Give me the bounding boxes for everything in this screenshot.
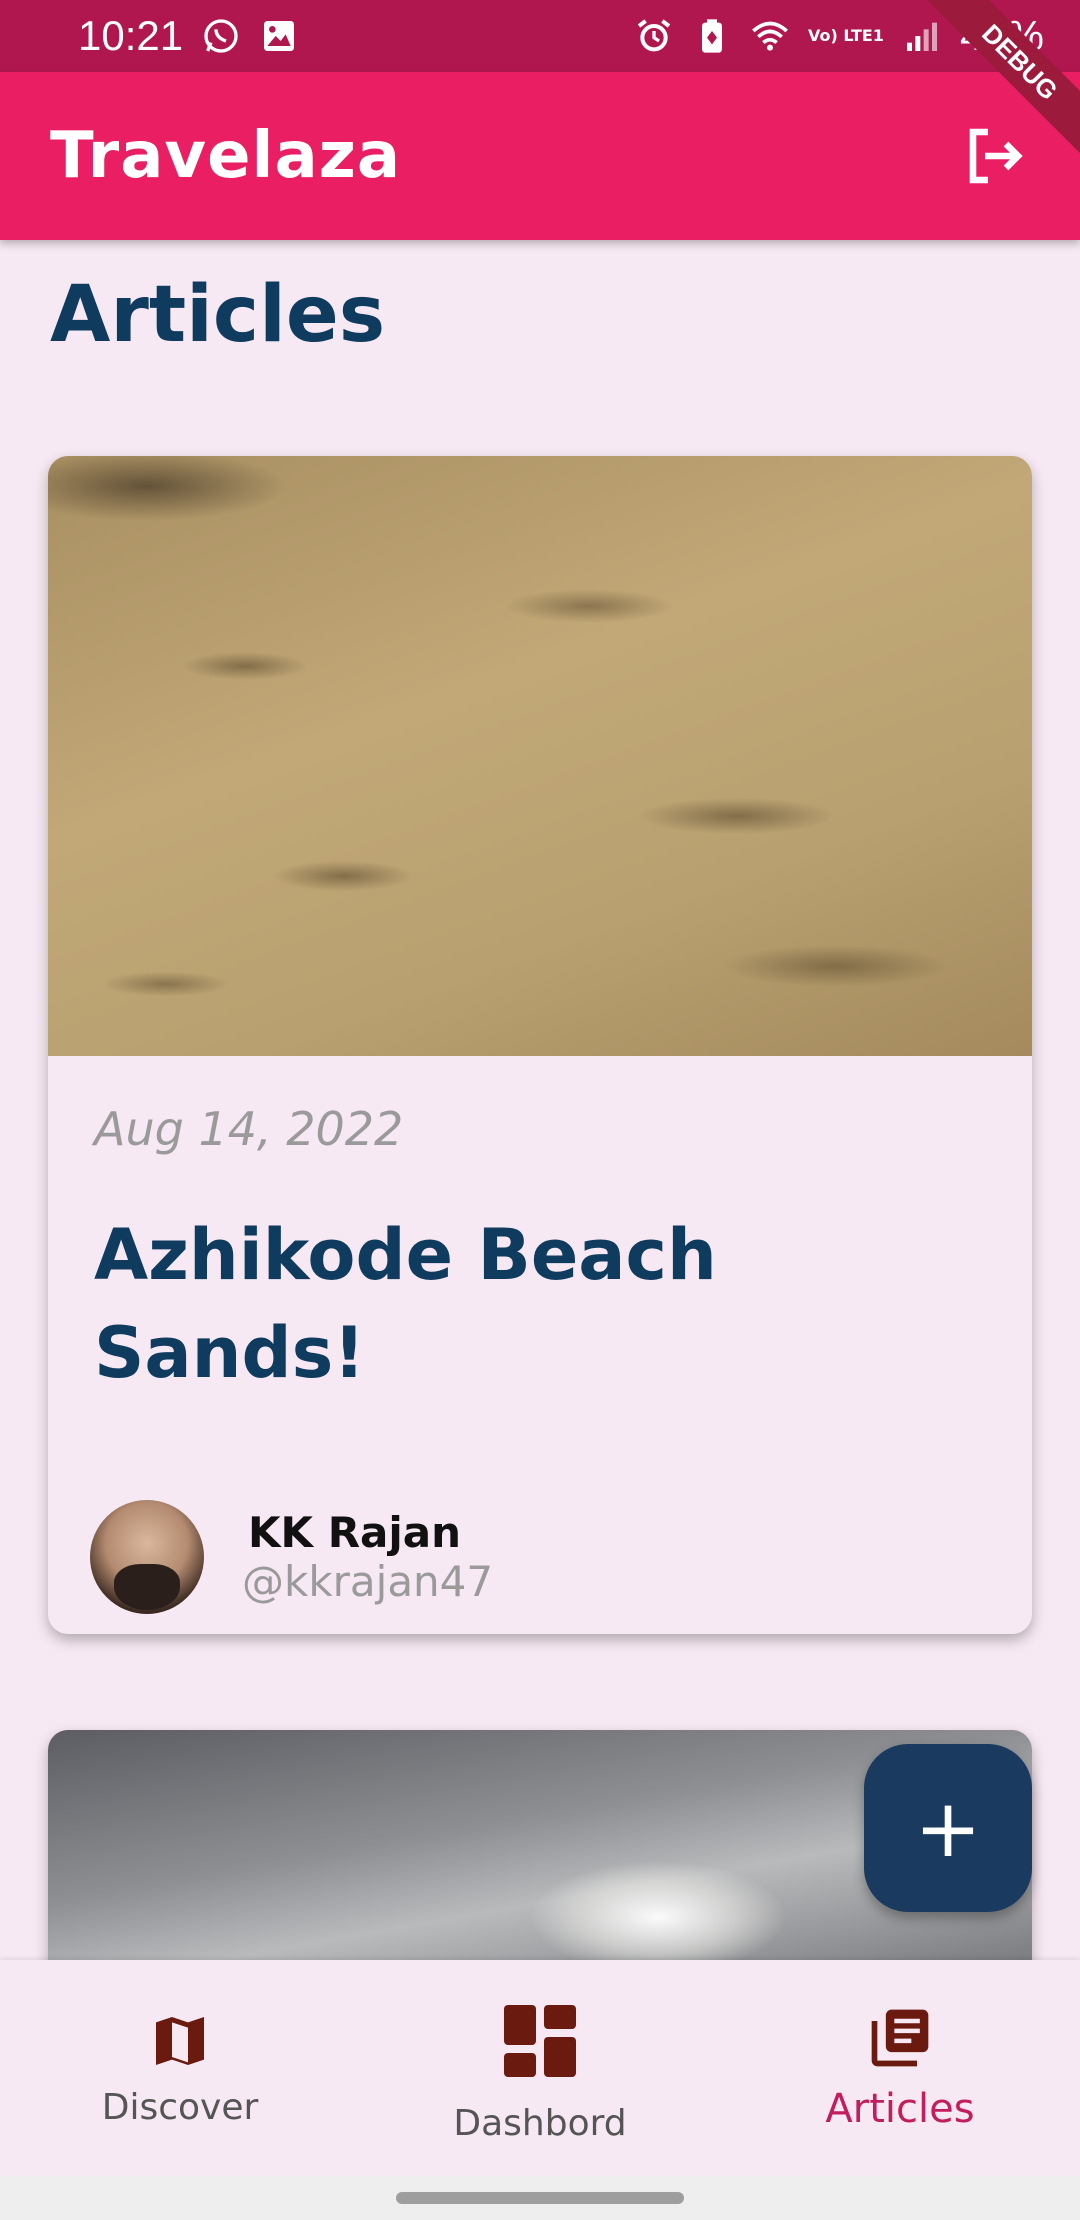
author-name: KK Rajan xyxy=(248,1508,462,1557)
article-cover-image xyxy=(48,456,1032,1056)
dashboard-icon xyxy=(492,1993,588,2093)
nav-label-articles: Articles xyxy=(825,2086,975,2132)
nav-item-discover[interactable]: Discover xyxy=(0,1960,360,2176)
network-type-label: Vo) LTE1 xyxy=(808,26,884,45)
article-card-body: Aug 14, 2022 Azhikode Beach Sands! KK Ra… xyxy=(48,1056,1032,1634)
status-bar: 10:21 Vo) LTE1 48% xyxy=(0,0,1080,72)
wifi-icon xyxy=(750,16,790,56)
status-time: 10:21 xyxy=(78,12,184,59)
gesture-area xyxy=(0,2176,1080,2220)
avatar xyxy=(90,1500,204,1614)
map-icon xyxy=(148,2009,212,2077)
whatsapp-icon xyxy=(201,16,241,56)
article-card[interactable]: Aug 14, 2022 Azhikode Beach Sands! KK Ra… xyxy=(48,456,1032,1634)
gallery-icon xyxy=(259,16,299,56)
nav-label-discover: Discover xyxy=(101,2086,259,2128)
logout-icon[interactable] xyxy=(958,120,1030,192)
app-bar: Travelaza xyxy=(0,72,1080,240)
signal-icon xyxy=(902,16,942,56)
app-title: Travelaza xyxy=(50,119,402,193)
status-left: 10:21 xyxy=(78,12,299,60)
gesture-handle[interactable] xyxy=(396,2192,684,2204)
page-title: Articles xyxy=(50,270,386,360)
nav-item-dashboard[interactable]: Dashbord xyxy=(360,1960,720,2176)
bottom-nav: Discover Dashbord Articles xyxy=(0,1960,1080,2176)
articles-icon xyxy=(866,2004,934,2076)
add-article-button[interactable]: + xyxy=(864,1744,1032,1912)
nav-item-articles[interactable]: Articles xyxy=(720,1960,1080,2176)
article-date: Aug 14, 2022 xyxy=(94,1102,404,1156)
article-author: KK Rajan @kkrajan47 xyxy=(90,1500,493,1614)
author-text: KK Rajan @kkrajan47 xyxy=(242,1508,493,1606)
author-handle: @kkrajan47 xyxy=(242,1557,494,1606)
plus-icon: + xyxy=(914,1781,982,1875)
battery-saver-icon xyxy=(692,16,732,56)
nav-label-dashboard: Dashbord xyxy=(453,2102,627,2144)
article-title: Azhikode Beach Sands! xyxy=(94,1214,717,1394)
alarm-icon xyxy=(634,16,674,56)
